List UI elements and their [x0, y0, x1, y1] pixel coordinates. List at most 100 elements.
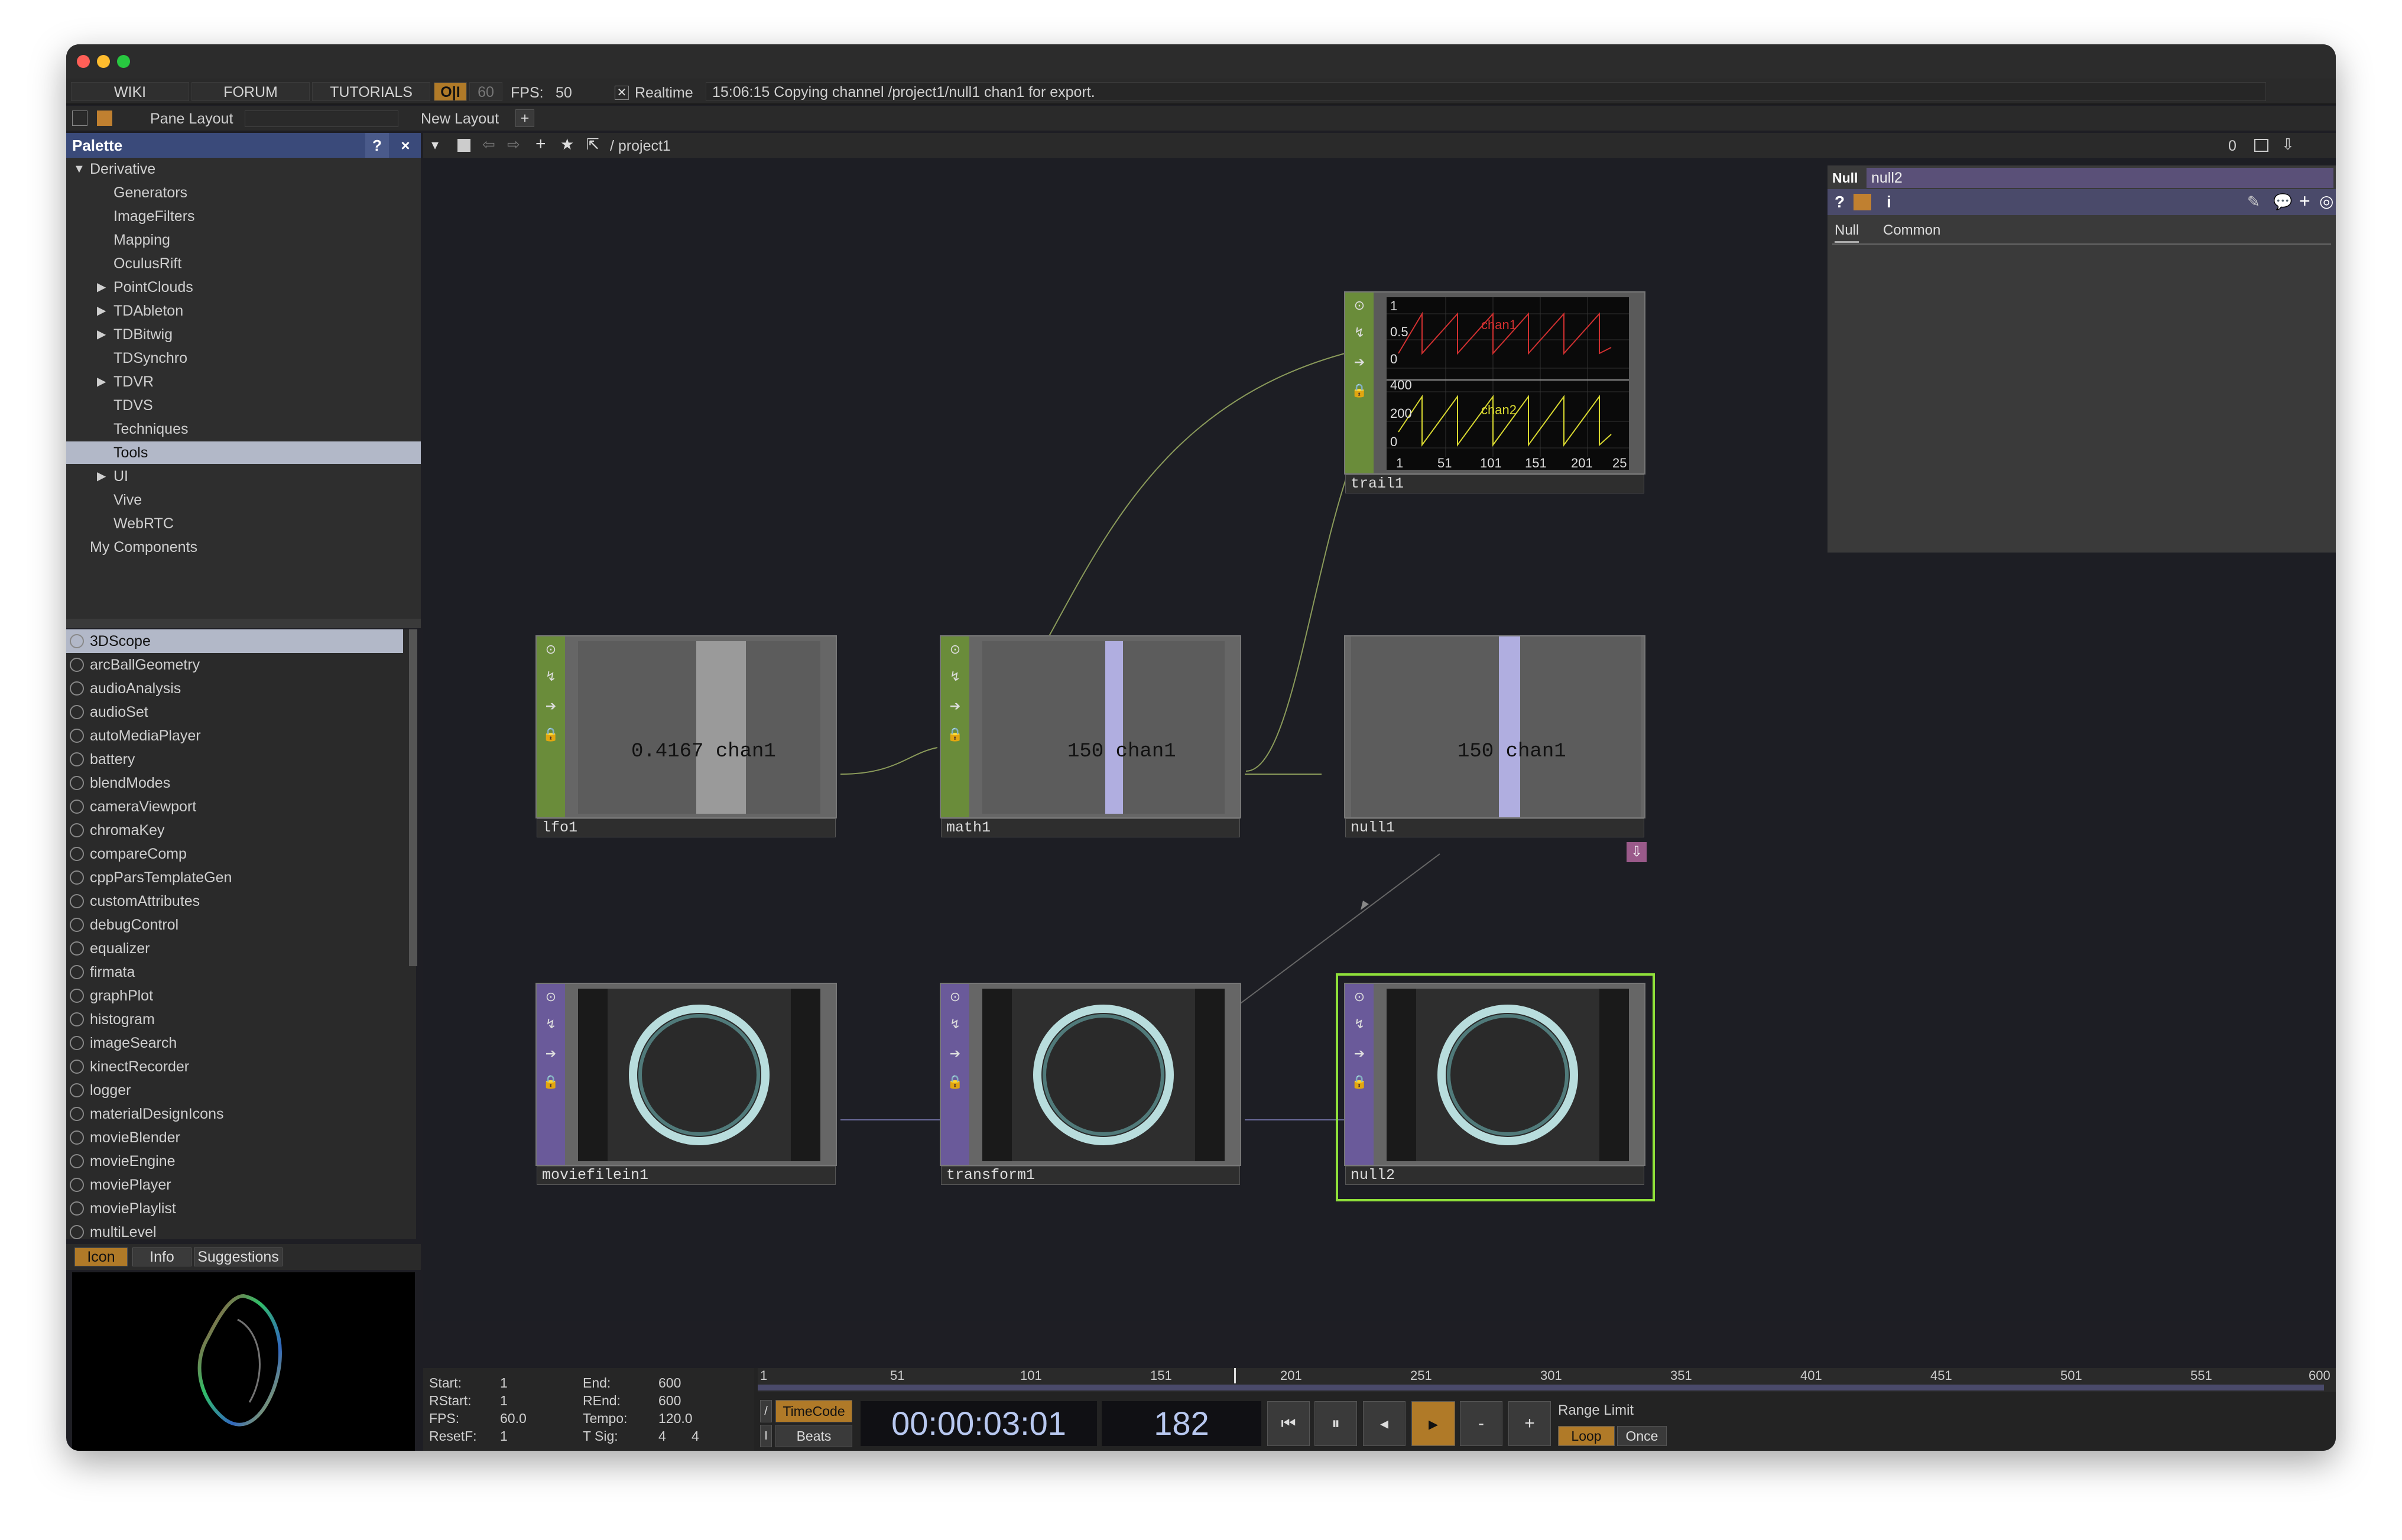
palette-tree-item[interactable]: ▶ PointClouds — [66, 276, 421, 298]
node-name[interactable]: math1 — [941, 818, 1240, 837]
zoom-window-button[interactable] — [117, 55, 130, 68]
timecode-display[interactable]: 00:00:03:01 — [861, 1401, 1097, 1446]
component-list-item[interactable]: imageSearch — [66, 1031, 403, 1055]
node-name[interactable]: null2 — [1345, 1166, 1644, 1185]
palette-tree-item[interactable]: ▶ UI — [66, 465, 421, 488]
param-help-button[interactable]: ? — [1835, 193, 1845, 212]
timecode-button[interactable]: TimeCode — [775, 1400, 852, 1422]
palette-tree-item[interactable]: WebRTC — [66, 512, 421, 535]
lock-icon[interactable]: 🔒 — [947, 1074, 963, 1090]
network-path[interactable]: / project1 — [610, 138, 671, 155]
chevron-down-icon[interactable]: ▼ — [73, 158, 85, 180]
param-tab-common[interactable]: Common — [1883, 222, 1940, 239]
component-list-item[interactable]: autoMediaPlayer — [66, 724, 403, 748]
component-list-item[interactable]: equalizer — [66, 937, 403, 960]
component-list-item[interactable]: cameraViewport — [66, 795, 403, 818]
timeline-ruler[interactable]: 1 51 101 151 201 251 301 351 401 451 501… — [758, 1368, 2336, 1392]
palette-tree-item[interactable]: TDSynchro — [66, 347, 421, 369]
component-list-item[interactable]: graphPlot — [66, 984, 403, 1008]
component-list-item[interactable]: audioSet — [66, 700, 403, 724]
component-list-item[interactable]: audioAnalysis — [66, 677, 403, 700]
once-button[interactable]: Once — [1617, 1426, 1667, 1446]
node-math1[interactable]: ⊙ ↯ ➔ 🔒 150 chan1 math1 — [940, 635, 1241, 837]
palette-tree-item[interactable]: Tools — [66, 441, 421, 464]
palette-tree-item[interactable]: OculusRift — [66, 252, 421, 275]
display-icon[interactable]: ➔ — [947, 698, 963, 714]
edit-icon[interactable]: ✎ — [2247, 193, 2260, 211]
palette-tree-item[interactable]: ▶ TDAbleton — [66, 300, 421, 322]
lock-icon[interactable]: 🔒 — [543, 1074, 559, 1090]
component-list-item[interactable]: firmata — [66, 960, 403, 984]
frame-plus-button[interactable]: + — [1508, 1401, 1551, 1446]
viewer-icon[interactable]: ⊙ — [543, 641, 559, 658]
node-null1[interactable]: 150 chan1 null1 ⇩ — [1344, 635, 1647, 862]
pane-icon[interactable] — [72, 111, 87, 126]
bypass-icon[interactable]: ↯ — [543, 668, 559, 685]
component-list-item[interactable]: debugControl — [66, 913, 403, 937]
palette-tree-item[interactable]: TDVS — [66, 394, 421, 417]
palette-close-button[interactable]: × — [394, 133, 417, 158]
python-icon[interactable] — [1854, 194, 1871, 210]
lock-icon[interactable]: 🔒 — [1351, 382, 1368, 399]
node-lfo1[interactable]: ⊙ ↯ ➔ 🔒 0.4167 chan1 lfo1 — [535, 635, 837, 837]
stop-icon[interactable] — [457, 139, 470, 152]
chevron-right-icon[interactable]: ▶ — [97, 276, 106, 298]
component-list-item[interactable]: arcBallGeometry — [66, 653, 403, 677]
tab-info[interactable]: Info — [132, 1247, 191, 1266]
loop-button[interactable]: Loop — [1558, 1426, 1615, 1446]
component-list-item[interactable]: movieBlender — [66, 1126, 403, 1149]
node-transform1[interactable]: ⊙ ↯ ➔ 🔒 transform1 — [940, 983, 1241, 1185]
node-name[interactable]: transform1 — [941, 1166, 1240, 1185]
beats-button[interactable]: Beats — [775, 1425, 852, 1447]
component-list-item[interactable]: blendModes — [66, 771, 403, 795]
lock-icon[interactable]: 🔒 — [1351, 1074, 1368, 1090]
rend-value[interactable]: 600 — [658, 1393, 681, 1409]
chevron-right-icon[interactable]: ▶ — [97, 465, 106, 488]
forward-icon[interactable]: ⇨ — [507, 135, 520, 154]
tab-icon[interactable]: Icon — [74, 1247, 128, 1266]
export-icon[interactable]: ⇩ — [1627, 842, 1647, 862]
display-icon[interactable]: ➔ — [1351, 354, 1368, 371]
tsig-numerator[interactable]: 4 — [658, 1428, 666, 1444]
node-trail1[interactable]: ⊙ ↯ ➔ 🔒 1 0.5 0 400 200 0 chan1 chan2 1 … — [1344, 291, 1645, 493]
realtime-checkbox[interactable]: ✕ — [615, 86, 629, 100]
component-list-item[interactable]: customAttributes — [66, 889, 403, 913]
palette-tree-item[interactable]: ▶ TDVR — [66, 371, 421, 393]
fps-value[interactable]: 60.0 — [500, 1411, 527, 1427]
lock-icon[interactable]: 🔒 — [947, 726, 963, 743]
add-param-icon[interactable]: + — [2299, 190, 2310, 212]
component-list-item[interactable]: materialDesignIcons — [66, 1102, 403, 1126]
perf-toggle[interactable]: O|I — [434, 82, 467, 101]
download-icon[interactable]: ⇩ — [2281, 135, 2294, 154]
new-layout-button[interactable]: + — [515, 109, 534, 127]
component-list-scrollbar[interactable] — [409, 629, 417, 966]
display-icon[interactable]: ➔ — [543, 1045, 559, 1062]
palette-tree-item[interactable]: Techniques — [66, 418, 421, 440]
component-list-item[interactable]: compareComp — [66, 842, 403, 866]
component-list-item[interactable]: histogram — [66, 1008, 403, 1031]
node-null2[interactable]: ⊙ ↯ ➔ 🔒 null2 — [1344, 983, 1645, 1185]
range-bar[interactable] — [758, 1385, 2324, 1390]
pane-layout-presets[interactable] — [245, 111, 398, 127]
home-icon[interactable] — [97, 111, 112, 126]
param-info-button[interactable]: i — [1887, 193, 1891, 212]
component-list-item[interactable]: multiLevel — [66, 1220, 403, 1239]
star-icon[interactable]: ★ — [560, 135, 574, 154]
component-list-item[interactable]: kinectRecorder — [66, 1055, 403, 1078]
palette-tree-item[interactable]: Mapping — [66, 229, 421, 251]
param-op-name[interactable]: null2 — [1867, 168, 2333, 188]
display-icon[interactable]: ➔ — [947, 1045, 963, 1062]
tab-suggestions[interactable]: Suggestions — [194, 1247, 283, 1266]
component-list-item[interactable]: cppParsTemplateGen — [66, 866, 403, 889]
node-moviefilein1[interactable]: ⊙ ↯ ➔ 🔒 moviefilein1 — [535, 983, 837, 1185]
forum-button[interactable]: FORUM — [191, 82, 310, 101]
bypass-icon[interactable]: ↯ — [947, 668, 963, 685]
palette-divider[interactable] — [66, 619, 421, 628]
palette-tree-item[interactable]: My Components — [66, 536, 421, 558]
maximize-icon[interactable] — [2254, 139, 2268, 152]
back-icon[interactable]: ⇦ — [482, 135, 495, 154]
target-icon[interactable]: ◎ — [2319, 191, 2333, 211]
add-icon[interactable]: + — [535, 134, 546, 154]
end-value[interactable]: 600 — [658, 1375, 681, 1391]
bypass-icon[interactable]: ↯ — [947, 1016, 963, 1032]
